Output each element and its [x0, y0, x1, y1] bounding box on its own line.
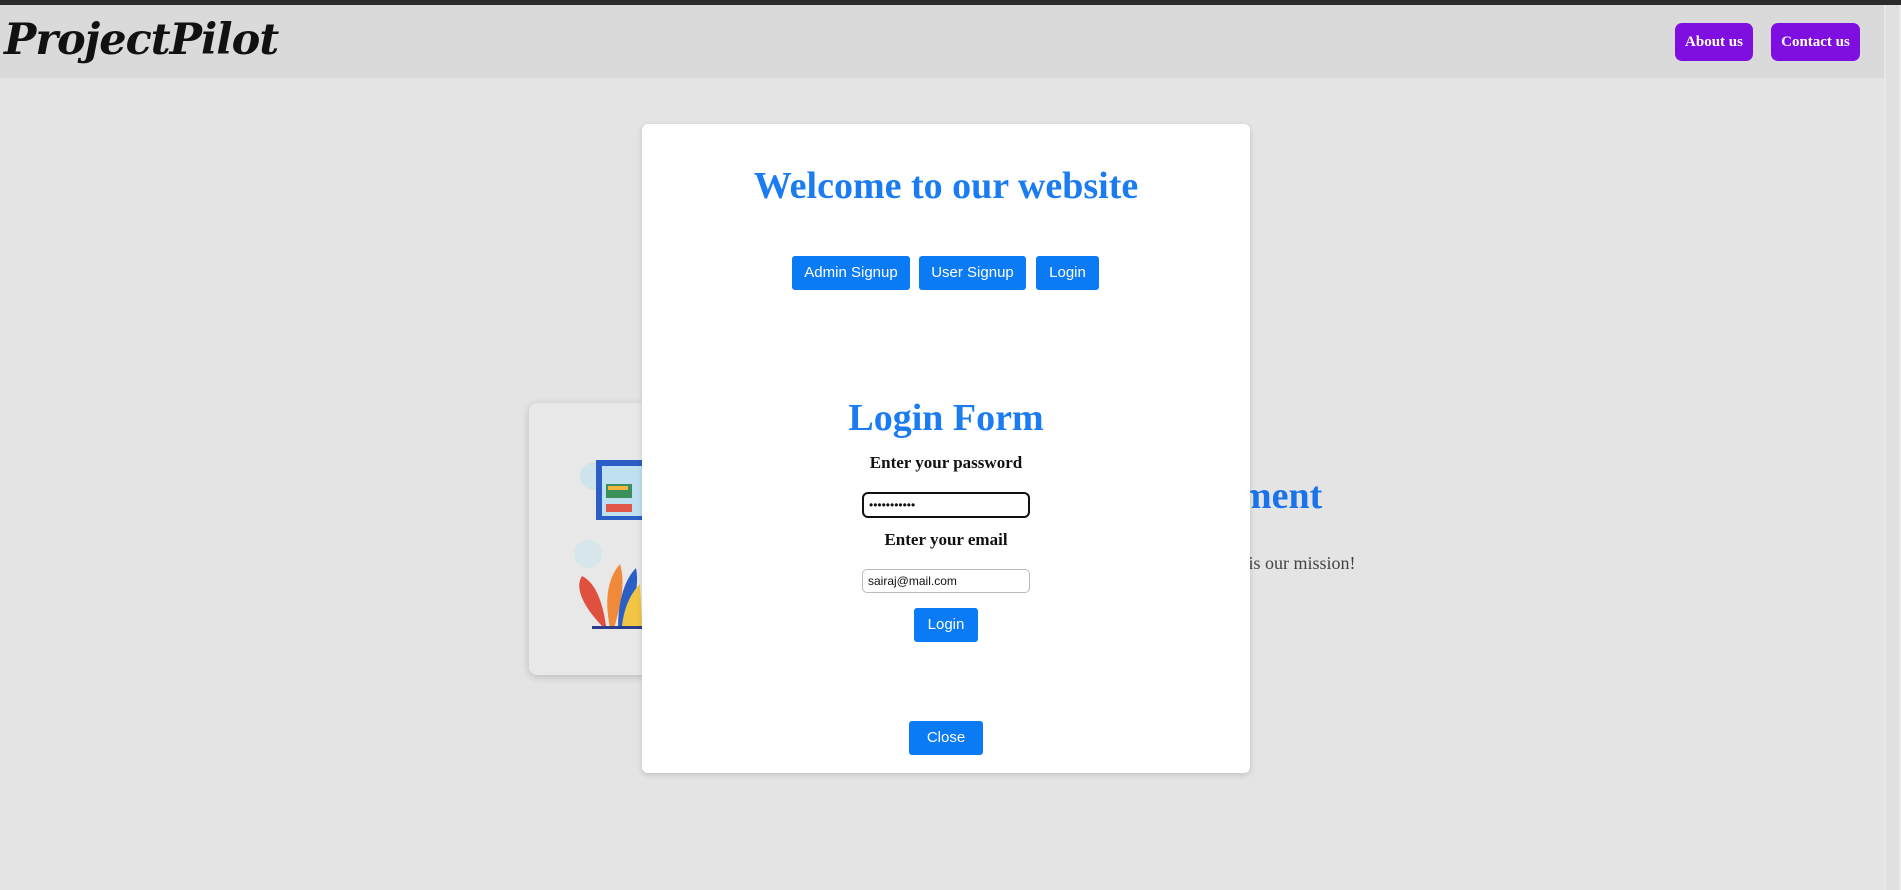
login-submit-button[interactable]: Login [914, 608, 978, 642]
background-tagline: r is our mission! [1238, 553, 1356, 573]
page-scrollbar[interactable] [1884, 5, 1901, 890]
modal-title: Welcome to our website [753, 165, 1139, 207]
password-field[interactable] [862, 492, 1030, 518]
admin-signup-button[interactable]: Admin Signup [792, 256, 910, 290]
about-us-button[interactable]: About us [1675, 23, 1753, 61]
site-logo[interactable]: ProjectPilot [4, 15, 279, 65]
workspace-illustration [574, 460, 642, 629]
email-field[interactable] [862, 569, 1030, 593]
login-form-title: Login Form [848, 397, 1044, 439]
auth-modal: Welcome to our website Admin Signup User… [642, 124, 1250, 773]
background-heading: ment [1240, 475, 1323, 517]
scrollbar-thumb[interactable] [1886, 5, 1899, 890]
password-label: Enter your password [869, 453, 1023, 472]
user-signup-button[interactable]: User Signup [919, 256, 1026, 290]
email-label: Enter your email [884, 530, 1008, 549]
close-button[interactable]: Close [909, 721, 983, 755]
contact-us-button[interactable]: Contact us [1771, 23, 1860, 61]
login-tab-button[interactable]: Login [1036, 256, 1099, 290]
navbar: ProjectPilot About us Contact us [0, 5, 1901, 78]
